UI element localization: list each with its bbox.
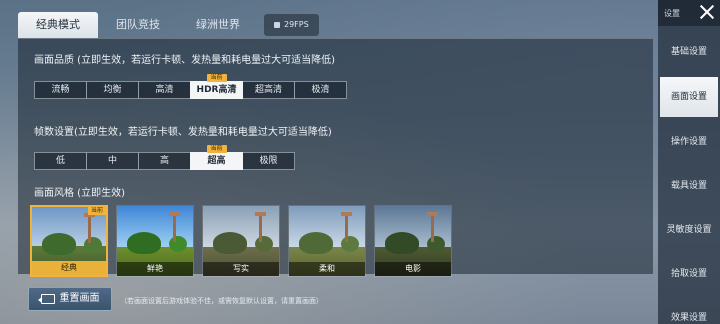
sidebar-header: 设置 [658, 0, 720, 26]
quality-option-label: 高清 [155, 85, 174, 95]
framerate-option-low[interactable]: 低 [34, 152, 87, 170]
close-icon[interactable] [698, 3, 716, 21]
tree-icon [385, 232, 419, 254]
sidebar-item-basic[interactable]: 基础设置 [658, 32, 720, 72]
reset-icon [37, 294, 55, 304]
tree-icon [127, 232, 161, 254]
mode-tabbar: 经典模式 团队竞技 绿洲世界 29FPS [18, 10, 319, 38]
reset-graphics-button[interactable]: 重置画面 [28, 287, 112, 311]
quality-option-label: 流畅 [51, 85, 70, 95]
tower-icon [88, 213, 91, 243]
tower-top-icon [169, 212, 180, 216]
reset-graphics-label: 重置画面 [59, 293, 100, 304]
tree-icon [341, 236, 359, 252]
style-option-label: 写实 [203, 262, 279, 276]
framerate-selector: 低 中 高 当前 超高 极限 [34, 145, 295, 170]
quality-option-ultra-hd[interactable]: 超高清 [242, 81, 295, 99]
tab-classic-mode[interactable]: 经典模式 [18, 12, 98, 38]
framerate-option-label: 超高 [207, 156, 226, 166]
sidebar-item-effects[interactable]: 效果设置 [658, 298, 720, 324]
framerate-option-high[interactable]: 高 [138, 152, 191, 170]
quality-option-label: HDR高清 [196, 85, 237, 95]
reset-hint: （若画面设置后游戏体验不佳，或需恢复默认设置，请重置画面） [120, 297, 323, 305]
style-title: 画面风格 (立即生效) [34, 188, 125, 199]
fps-indicator: 29FPS [264, 14, 319, 36]
framerate-option-ultra[interactable]: 当前 超高 [190, 145, 243, 170]
tower-top-icon [255, 212, 266, 216]
tab-oasis-world[interactable]: 绿洲世界 [178, 12, 258, 38]
style-thumbnails: 当前 经典 鲜艳 写实 柔和 电影 [30, 205, 452, 277]
tower-icon [259, 212, 262, 242]
quality-title: 画面品质 (立即生效，若运行卡顿、发热量和耗电量过大可适当降低) [34, 55, 335, 66]
tower-top-icon [427, 212, 438, 216]
quality-option-label: 极清 [311, 85, 330, 95]
tower-icon [345, 212, 348, 242]
tree-icon [169, 236, 187, 252]
style-option-cinematic[interactable]: 电影 [374, 205, 452, 277]
tab-team-deathmatch[interactable]: 团队竞技 [98, 12, 178, 38]
style-option-classic[interactable]: 当前 经典 [30, 205, 108, 277]
current-badge: 当前 [87, 207, 106, 215]
tree-icon [427, 236, 445, 252]
quality-option-label: 超高清 [254, 85, 282, 95]
sidebar-item-sensitivity[interactable]: 灵敏度设置 [658, 210, 720, 250]
sidebar-item-vehicle[interactable]: 载具设置 [658, 166, 720, 206]
style-option-label: 经典 [32, 261, 106, 275]
framerate-option-label: 高 [159, 156, 169, 166]
tower-top-icon [341, 212, 352, 216]
style-option-label: 鲜艳 [117, 262, 193, 276]
quality-option-balanced[interactable]: 均衡 [86, 81, 139, 99]
fps-icon [274, 22, 280, 28]
sidebar-item-controls[interactable]: 操作设置 [658, 122, 720, 162]
style-option-label: 柔和 [289, 262, 365, 276]
style-option-vivid[interactable]: 鲜艳 [116, 205, 194, 277]
quality-selector: 流畅 均衡 高清 当前 HDR高清 超高清 极清 [34, 74, 347, 99]
quality-option-smooth[interactable]: 流畅 [34, 81, 87, 99]
quality-option-extreme[interactable]: 极清 [294, 81, 347, 99]
framerate-option-medium[interactable]: 中 [86, 152, 139, 170]
sidebar-item-pickup[interactable]: 拾取设置 [658, 254, 720, 294]
tree-icon [255, 236, 273, 252]
style-option-soft[interactable]: 柔和 [288, 205, 366, 277]
framerate-option-label: 中 [107, 156, 117, 166]
framerate-title: 帧数设置(立即生效，若运行卡顿、发热量和耗电量过大可适当降低) [34, 127, 332, 138]
tree-icon [299, 232, 333, 254]
current-badge: 当前 [206, 74, 227, 82]
quality-option-hdr[interactable]: 当前 HDR高清 [190, 74, 243, 99]
current-badge: 当前 [206, 145, 227, 153]
framerate-option-label: 极限 [259, 156, 278, 166]
framerate-option-label: 低 [55, 156, 65, 166]
fps-label: 29FPS [284, 20, 309, 29]
tree-icon [42, 233, 76, 255]
tower-icon [173, 212, 176, 242]
tree-icon [213, 232, 247, 254]
quality-option-hd[interactable]: 高清 [138, 81, 191, 99]
graphics-settings-panel: 画面品质 (立即生效，若运行卡顿、发热量和耗电量过大可适当降低) 流畅 均衡 高… [18, 38, 653, 277]
tower-icon [431, 212, 434, 242]
quality-option-label: 均衡 [103, 85, 122, 95]
sidebar-item-graphics[interactable]: 画面设置 [660, 77, 718, 117]
style-option-label: 电影 [375, 262, 451, 276]
style-option-realistic[interactable]: 写实 [202, 205, 280, 277]
settings-title: 设置 [664, 9, 680, 18]
tree-icon [84, 237, 102, 253]
framerate-option-extreme[interactable]: 极限 [242, 152, 295, 170]
settings-sidebar: 设置 基础设置 画面设置 操作设置 载具设置 灵敏度设置 拾取设置 效果设置 [658, 0, 720, 324]
